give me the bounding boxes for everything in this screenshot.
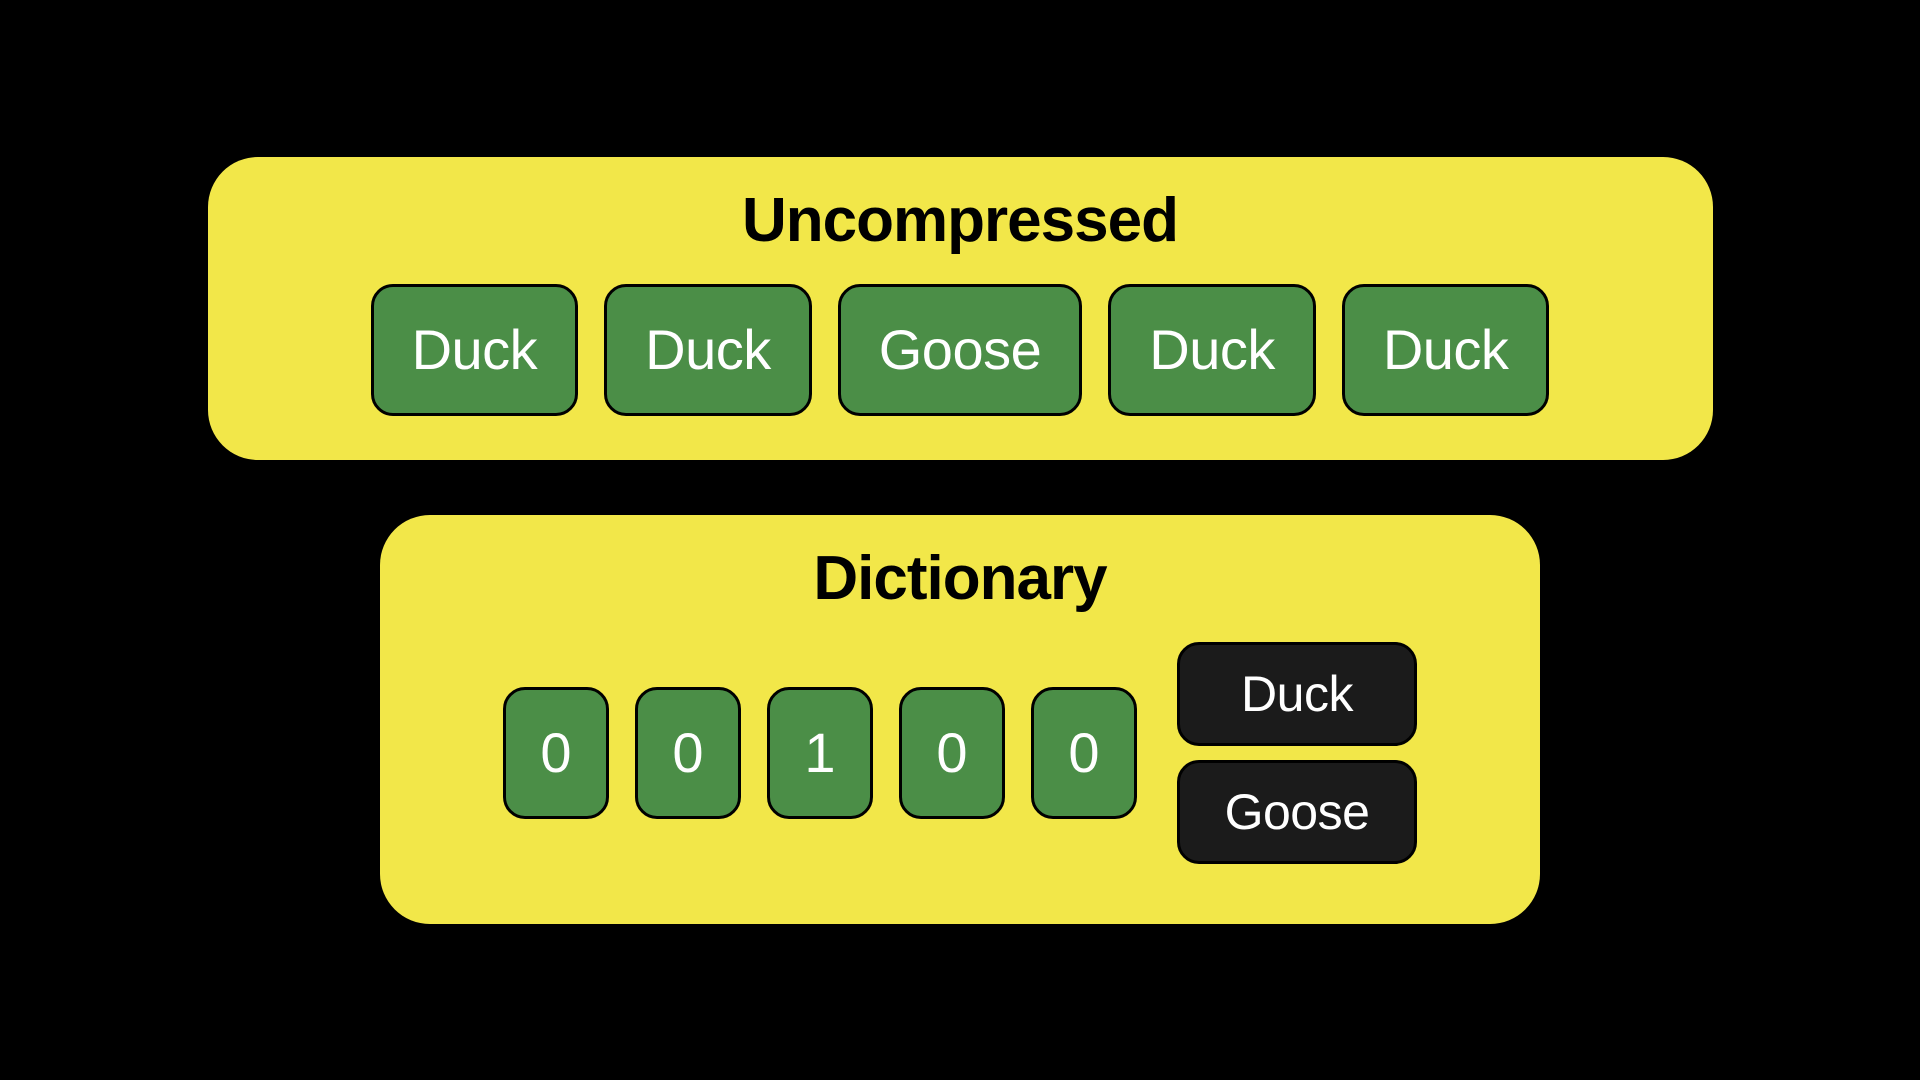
dictionary-code: 0: [635, 687, 741, 819]
dictionary-code: 0: [503, 687, 609, 819]
dictionary-title: Dictionary: [813, 543, 1106, 614]
dictionary-code: 0: [1031, 687, 1137, 819]
uncompressed-item: Duck: [604, 284, 812, 416]
uncompressed-panel: Uncompressed Duck Duck Goose Duck Duck: [208, 157, 1713, 460]
uncompressed-item: Goose: [838, 284, 1083, 416]
dictionary-body: 0 0 1 0 0 Duck Goose: [420, 642, 1500, 864]
dictionary-codes-row: 0 0 1 0 0: [503, 687, 1137, 819]
uncompressed-title: Uncompressed: [742, 185, 1178, 256]
dictionary-code: 0: [899, 687, 1005, 819]
diagram-stage: Uncompressed Duck Duck Goose Duck Duck D…: [0, 0, 1920, 1080]
dictionary-value: Duck: [1177, 642, 1417, 746]
dictionary-value: Goose: [1177, 760, 1417, 864]
dictionary-code: 1: [767, 687, 873, 819]
uncompressed-item: Duck: [371, 284, 579, 416]
uncompressed-item: Duck: [1108, 284, 1316, 416]
uncompressed-item: Duck: [1342, 284, 1550, 416]
dictionary-values: Duck Goose: [1177, 642, 1417, 864]
dictionary-panel: Dictionary 0 0 1 0 0 Duck Goose: [380, 515, 1540, 924]
uncompressed-row: Duck Duck Goose Duck Duck: [371, 284, 1550, 416]
